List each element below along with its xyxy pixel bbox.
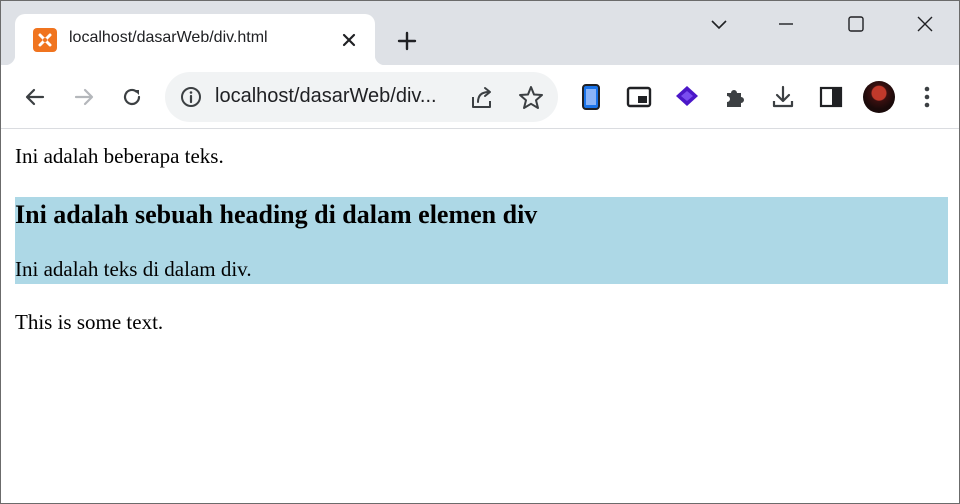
- browser-window: localhost/dasarWeb/div.html localhost/da…: [0, 0, 960, 504]
- div-heading: Ini adalah sebuah heading di dalam eleme…: [15, 200, 538, 229]
- kebab-menu-icon[interactable]: [911, 81, 943, 113]
- download-icon[interactable]: [767, 81, 799, 113]
- info-icon[interactable]: [179, 85, 203, 109]
- paragraph-outro: This is some text.: [15, 310, 164, 334]
- tab-active[interactable]: localhost/dasarWeb/div.html: [5, 14, 385, 65]
- address-bar[interactable]: localhost/dasarWeb/div...: [165, 72, 558, 122]
- chevron-down-icon[interactable]: [702, 7, 736, 41]
- maximize-icon[interactable]: [839, 7, 873, 41]
- xampp-favicon: [33, 28, 57, 52]
- star-icon[interactable]: [517, 84, 545, 112]
- layers-extension-icon[interactable]: [671, 81, 703, 113]
- device-icon[interactable]: [575, 81, 607, 113]
- close-window-icon[interactable]: [908, 7, 942, 41]
- url-text[interactable]: localhost/dasarWeb/div...: [215, 85, 465, 108]
- plus-icon[interactable]: [393, 27, 421, 55]
- div-element: Ini adalah sebuah heading di dalam eleme…: [15, 197, 948, 284]
- forward-arrow-icon[interactable]: [68, 81, 100, 113]
- picture-in-picture-icon[interactable]: [623, 81, 655, 113]
- div-paragraph: Ini adalah teks di dalam div.: [15, 257, 252, 281]
- page-content: Ini adalah beberapa teks. Ini adalah seb…: [1, 130, 959, 503]
- side-panel-icon[interactable]: [815, 81, 847, 113]
- close-icon[interactable]: [337, 28, 361, 52]
- back-arrow-icon[interactable]: [19, 81, 51, 113]
- avatar[interactable]: [863, 81, 895, 113]
- puzzle-icon[interactable]: [719, 81, 751, 113]
- paragraph-intro: Ini adalah beberapa teks.: [15, 144, 224, 168]
- minimize-icon[interactable]: [769, 7, 803, 41]
- share-icon[interactable]: [468, 84, 496, 112]
- tab-title: localhost/dasarWeb/div.html: [69, 29, 268, 46]
- tab-strip: localhost/dasarWeb/div.html: [1, 1, 959, 65]
- browser-toolbar: localhost/dasarWeb/div...: [1, 65, 959, 129]
- reload-icon[interactable]: [116, 81, 148, 113]
